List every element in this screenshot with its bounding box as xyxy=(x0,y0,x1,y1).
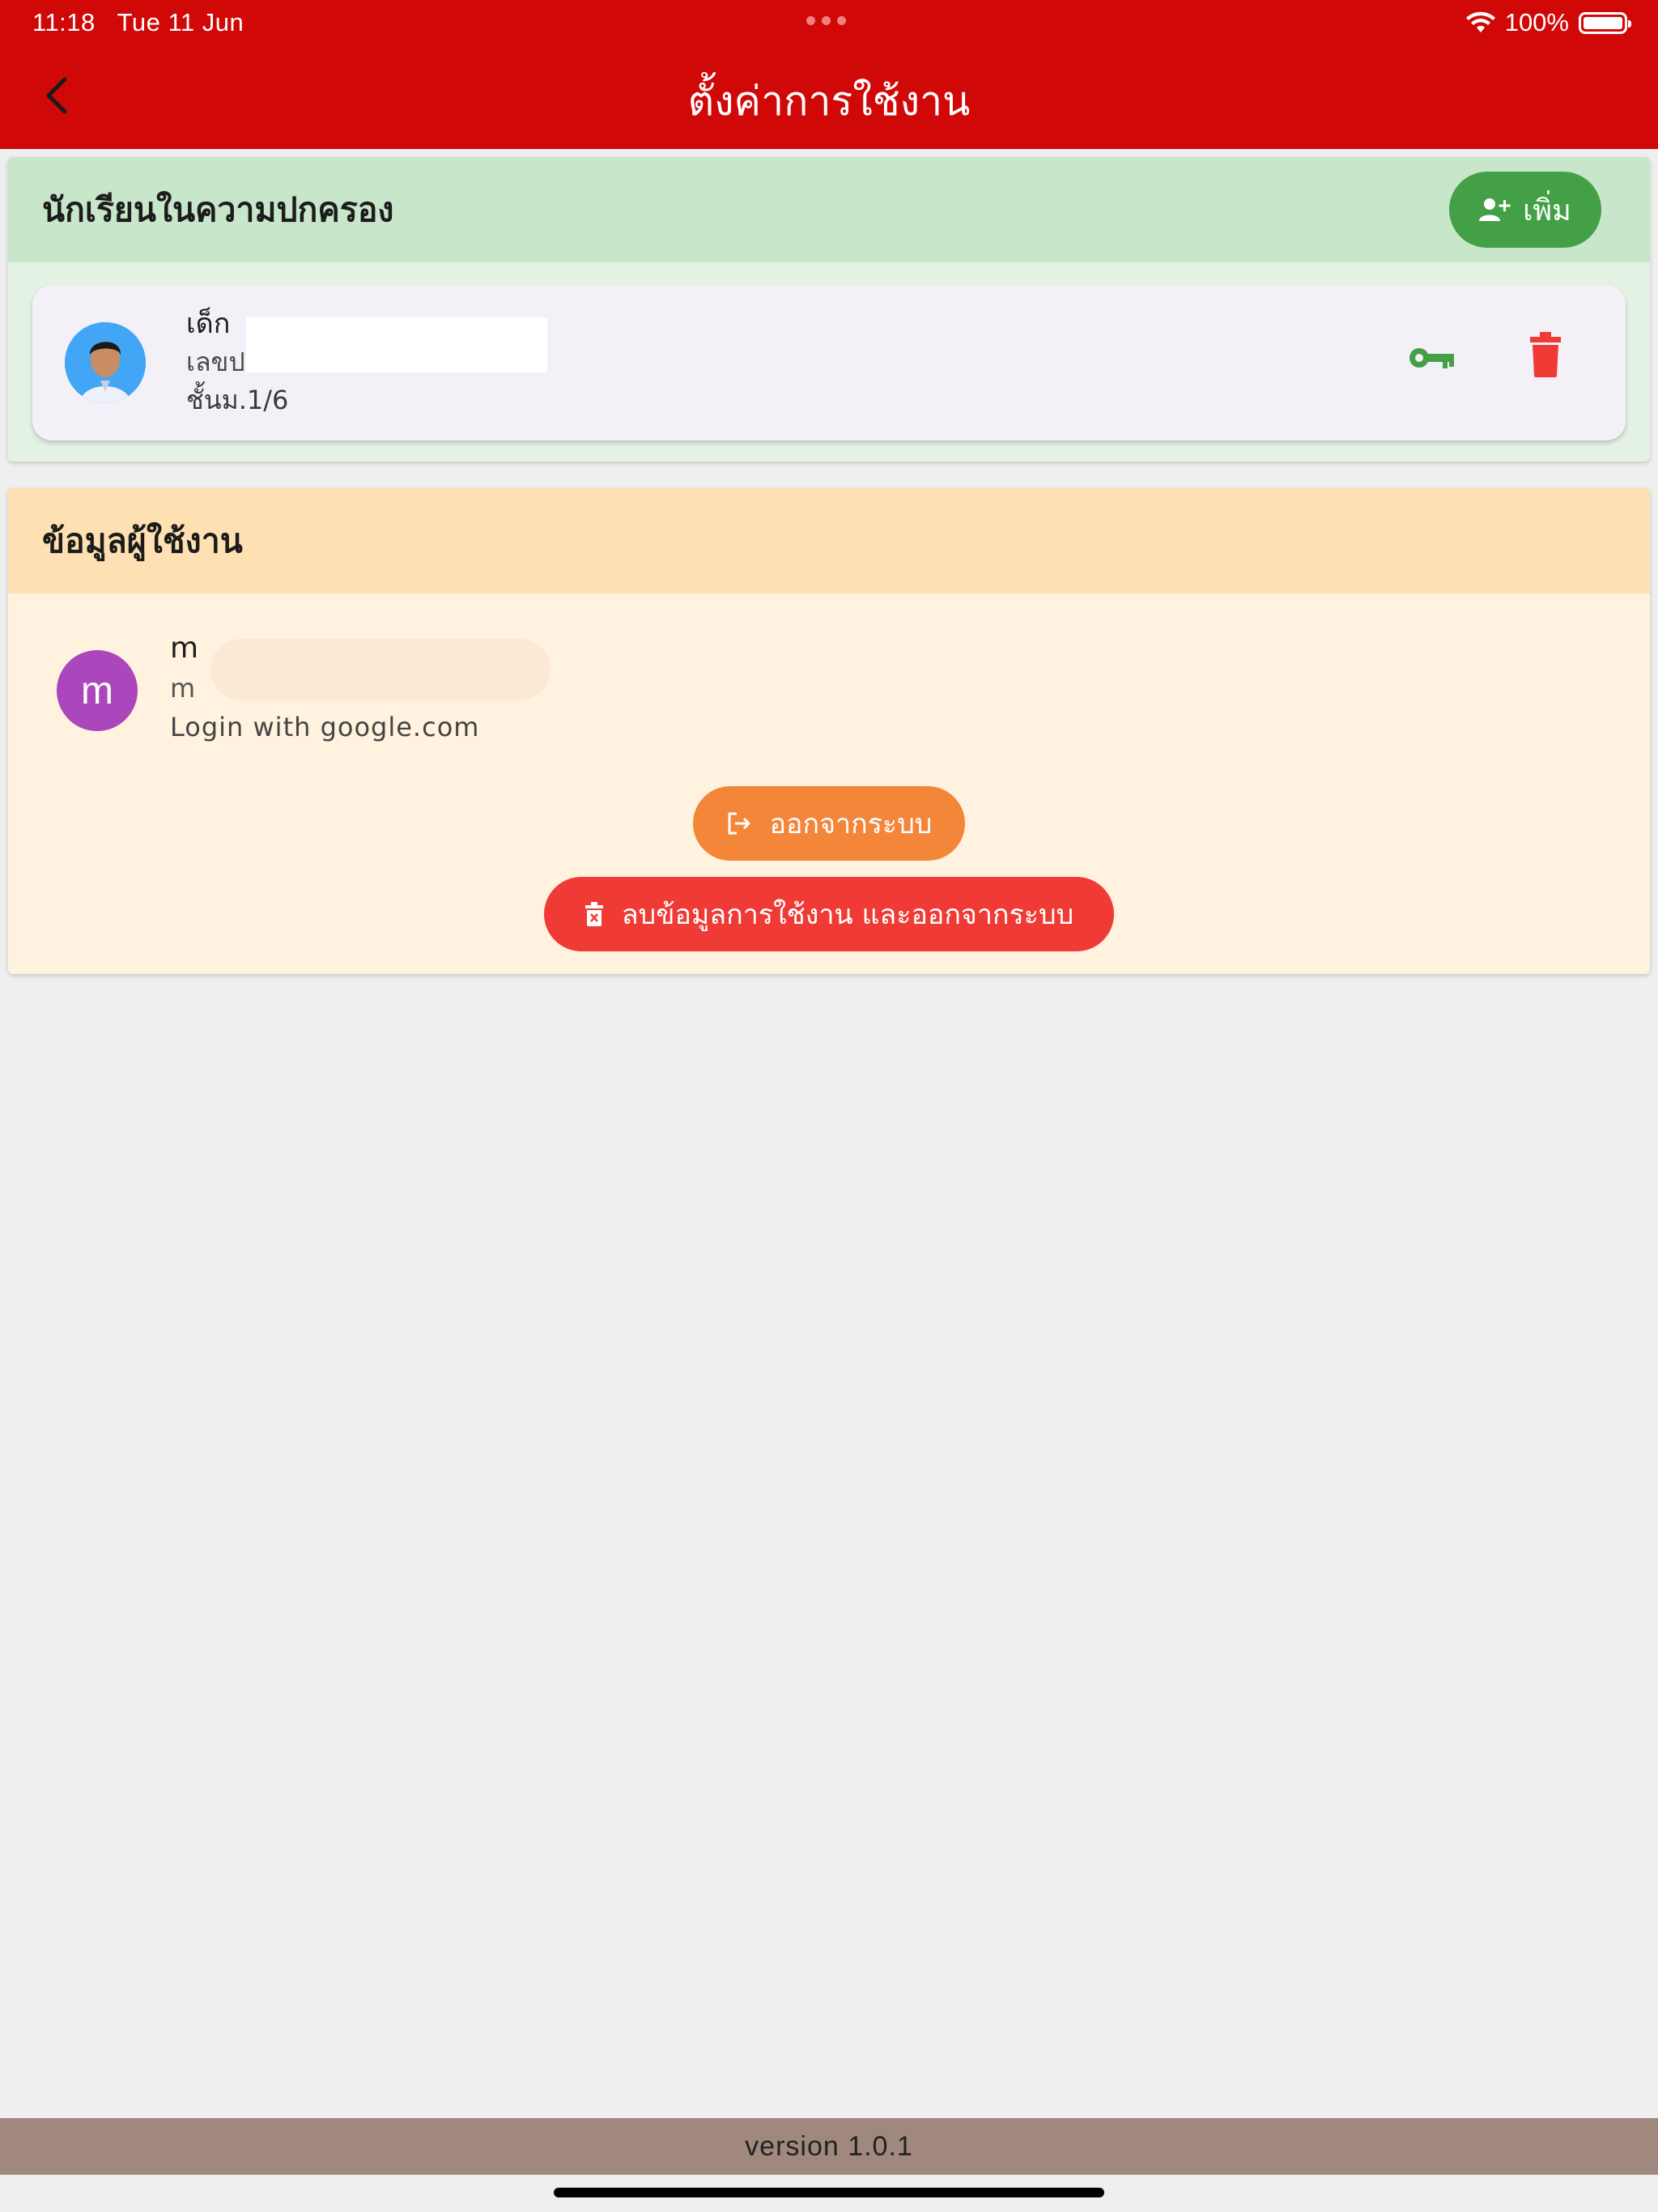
student-key-button[interactable] xyxy=(1409,340,1457,376)
wifi-icon xyxy=(1465,11,1495,32)
redaction-mask xyxy=(210,639,551,700)
app-bar: 11:18 Tue 11 Jun 100% ตั้งค่าการใช้งาน xyxy=(0,0,1658,149)
logout-icon xyxy=(728,812,750,835)
key-icon xyxy=(1409,348,1454,368)
page-title: ตั้งค่าการใช้งาน xyxy=(687,78,971,125)
student-avatar xyxy=(65,322,146,403)
redaction-mask xyxy=(246,317,547,372)
user-info-card: ข้อมูลผู้ใช้งาน m m m Login with google.… xyxy=(8,488,1650,974)
students-card: นักเรียนในความปกครอง เพิ่ม เด็ก เลขประจำ… xyxy=(8,157,1650,462)
add-student-button[interactable]: เพิ่ม xyxy=(1449,172,1601,248)
delete-forever-icon xyxy=(585,902,603,926)
status-indicators: 100% xyxy=(1465,8,1631,37)
student-class: ชั้นม.1/6 xyxy=(186,385,289,415)
user-section-title: ข้อมูลผู้ใช้งาน xyxy=(42,521,243,560)
logout-label: ออกจากระบบ xyxy=(769,808,933,840)
student-list-item[interactable]: เด็ก เลขประจำตัว 23051 ชั้นม.1/6 xyxy=(32,285,1626,440)
add-student-label: เพิ่ม xyxy=(1523,194,1571,228)
home-indicator[interactable] xyxy=(554,2188,1104,2197)
battery-icon xyxy=(1579,11,1631,34)
student-delete-button[interactable] xyxy=(1527,330,1564,379)
trash-icon xyxy=(1530,332,1561,377)
user-avatar: m xyxy=(57,650,138,731)
status-date: Tue 11 Jun xyxy=(117,8,244,36)
students-card-header: นักเรียนในความปกครอง เพิ่ม xyxy=(8,157,1650,262)
version-label: version 1.0.1 xyxy=(745,2130,913,2162)
students-section-title: นักเรียนในความปกครอง xyxy=(42,189,394,229)
delete-data-logout-label: ลบข้อมูลการใช้งาน และออกจากระบบ xyxy=(621,899,1074,931)
login-provider: Login with google.com xyxy=(170,712,480,742)
person-add-icon xyxy=(1479,198,1511,221)
multitasking-dots-icon[interactable] xyxy=(806,16,846,25)
battery-percent: 100% xyxy=(1504,8,1569,36)
status-time: 11:18 Tue 11 Jun xyxy=(32,8,244,37)
status-clock: 11:18 xyxy=(32,8,96,36)
version-footer: version 1.0.1 xyxy=(0,2118,1658,2175)
logout-button[interactable]: ออกจากระบบ xyxy=(693,786,965,861)
user-card-header: ข้อมูลผู้ใช้งาน xyxy=(8,488,1650,593)
delete-data-logout-button[interactable]: ลบข้อมูลการใช้งาน และออกจากระบบ xyxy=(544,877,1114,951)
